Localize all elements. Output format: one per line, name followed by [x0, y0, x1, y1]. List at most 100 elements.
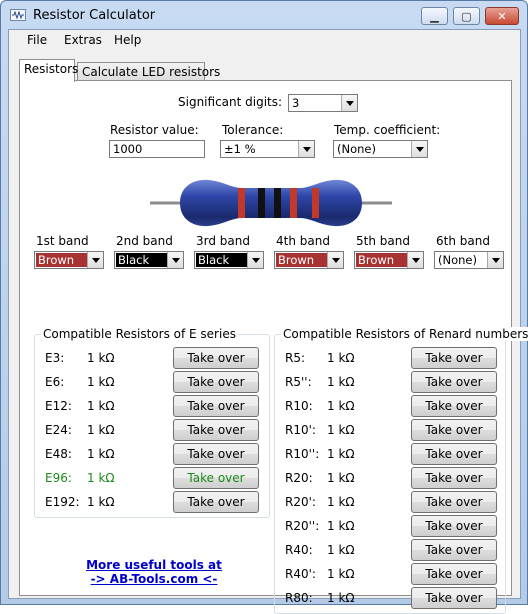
chevron-down-icon — [167, 252, 183, 268]
band-label-6: 6th band — [436, 234, 490, 248]
menu-bar: File Extras Help — [9, 30, 520, 52]
series-name: E12: — [45, 399, 72, 413]
resistors-panel: Significant digits: 3 Resistor value: To… — [19, 80, 528, 614]
take-over-button[interactable]: Take over — [411, 443, 497, 465]
band-select-2[interactable]: Black — [114, 251, 184, 269]
series-name: R10': — [285, 423, 316, 437]
resistor-value-label: Resistor value: — [110, 123, 199, 137]
app-window: Resistor Calculator ▁ ▢ ✕ File Extras He… — [0, 0, 528, 614]
temp-coefficient-label: Temp. coefficient: — [334, 123, 441, 137]
app-icon — [10, 9, 26, 21]
series-name: E96: — [45, 471, 72, 485]
tab-resistors[interactable]: Resistors — [19, 59, 78, 82]
series-name: E24: — [45, 423, 72, 437]
band-select-3[interactable]: Black — [194, 251, 264, 269]
take-over-button[interactable]: Take over — [411, 347, 497, 369]
series-name: E48: — [45, 447, 72, 461]
series-name: R20: — [285, 471, 313, 485]
take-over-button[interactable]: Take over — [411, 515, 497, 537]
series-name: R40: — [285, 543, 313, 557]
chevron-down-icon — [341, 95, 357, 111]
menu-extras[interactable]: Extras — [61, 33, 105, 47]
tab-led-resistors[interactable]: Calculate LED resistors — [77, 62, 220, 81]
series-name: R20'': — [285, 519, 320, 533]
close-button[interactable]: ✕ — [485, 7, 519, 25]
take-over-button[interactable]: Take over — [411, 539, 497, 561]
series-value: 1 kΩ — [87, 447, 115, 461]
take-over-button[interactable]: Take over — [173, 347, 259, 369]
resistor-band-3 — [274, 188, 281, 218]
e-series-title: Compatible Resistors of E series — [41, 327, 238, 341]
resistor-body — [180, 179, 362, 227]
renard-title: Compatible Resistors of Renard numbers — [281, 327, 528, 341]
series-value: 1 kΩ — [327, 447, 355, 461]
band-label-3: 3rd band — [196, 234, 250, 248]
series-value: 1 kΩ — [327, 495, 355, 509]
take-over-button[interactable]: Take over — [173, 395, 259, 417]
series-name: R10'': — [285, 447, 320, 461]
chevron-down-icon — [407, 252, 423, 268]
series-value: 1 kΩ — [87, 423, 115, 437]
series-value: 1 kΩ — [327, 471, 355, 485]
take-over-button[interactable]: Take over — [411, 395, 497, 417]
chevron-down-icon — [298, 141, 314, 157]
band-select-4[interactable]: Brown — [274, 251, 344, 269]
title-bar[interactable]: Resistor Calculator ▁ ▢ ✕ — [1, 1, 527, 29]
resistor-band-5 — [312, 188, 319, 218]
chevron-down-icon — [411, 141, 427, 157]
series-name: R5'': — [285, 375, 312, 389]
band-select-6[interactable]: (None) — [434, 251, 504, 269]
series-name: R40': — [285, 567, 316, 581]
tolerance-select[interactable]: ±1 % — [220, 140, 315, 158]
resistor-image — [150, 179, 392, 227]
series-value: 1 kΩ — [327, 399, 355, 413]
take-over-button[interactable]: Take over — [411, 467, 497, 489]
renard-group: Compatible Resistors of Renard numbers R… — [274, 327, 528, 614]
band-value-3: Black — [196, 253, 248, 267]
take-over-button[interactable]: Take over — [411, 587, 497, 609]
band-select-1[interactable]: Brown — [34, 251, 104, 269]
significant-digits-select[interactable]: 3 — [288, 94, 358, 112]
take-over-button[interactable]: Take over — [411, 371, 497, 393]
take-over-button[interactable]: Take over — [411, 491, 497, 513]
take-over-button[interactable]: Take over — [173, 467, 259, 489]
resistor-band-4 — [290, 188, 297, 218]
maximize-button[interactable]: ▢ — [453, 7, 480, 25]
minimize-button[interactable]: ▁ — [421, 7, 448, 25]
band-value-1: Brown — [36, 253, 88, 267]
resistor-band-1 — [238, 188, 245, 218]
take-over-button[interactable]: Take over — [411, 563, 497, 585]
window-title: Resistor Calculator — [33, 8, 156, 23]
link-line-2[interactable]: -> AB-Tools.com <- — [84, 572, 224, 586]
band-label-1: 1st band — [36, 234, 89, 248]
band-select-5[interactable]: Brown — [354, 251, 424, 269]
resistor-band-2 — [258, 188, 265, 218]
ab-tools-link[interactable]: More useful tools at -> AB-Tools.com <- — [84, 558, 224, 586]
take-over-button[interactable]: Take over — [173, 491, 259, 513]
client-area: File Extras Help Resistors Calculate LED… — [8, 29, 528, 614]
series-value: 1 kΩ — [327, 543, 355, 557]
band-value-6: (None) — [436, 253, 488, 267]
series-value: 1 kΩ — [327, 423, 355, 437]
series-name: E3: — [45, 351, 65, 365]
series-name: R20': — [285, 495, 316, 509]
series-name: R10: — [285, 399, 313, 413]
series-name: E6: — [45, 375, 65, 389]
chevron-down-icon — [87, 252, 103, 268]
take-over-button[interactable]: Take over — [173, 443, 259, 465]
menu-file[interactable]: File — [24, 33, 50, 47]
tolerance-label: Tolerance: — [222, 123, 284, 137]
series-value: 1 kΩ — [87, 471, 115, 485]
resistor-value-input[interactable] — [109, 140, 205, 158]
temp-coefficient-value: (None) — [337, 142, 376, 156]
significant-digits-value: 3 — [292, 96, 300, 110]
menu-help[interactable]: Help — [111, 33, 144, 47]
take-over-button[interactable]: Take over — [411, 419, 497, 441]
e-series-group: Compatible Resistors of E series E3: 1 kΩ… — [34, 327, 270, 518]
link-line-1[interactable]: More useful tools at — [84, 558, 224, 572]
series-name: R80: — [285, 591, 313, 605]
band-label-4: 4th band — [276, 234, 330, 248]
take-over-button[interactable]: Take over — [173, 371, 259, 393]
take-over-button[interactable]: Take over — [173, 419, 259, 441]
temp-coefficient-select[interactable]: (None) — [333, 140, 428, 158]
